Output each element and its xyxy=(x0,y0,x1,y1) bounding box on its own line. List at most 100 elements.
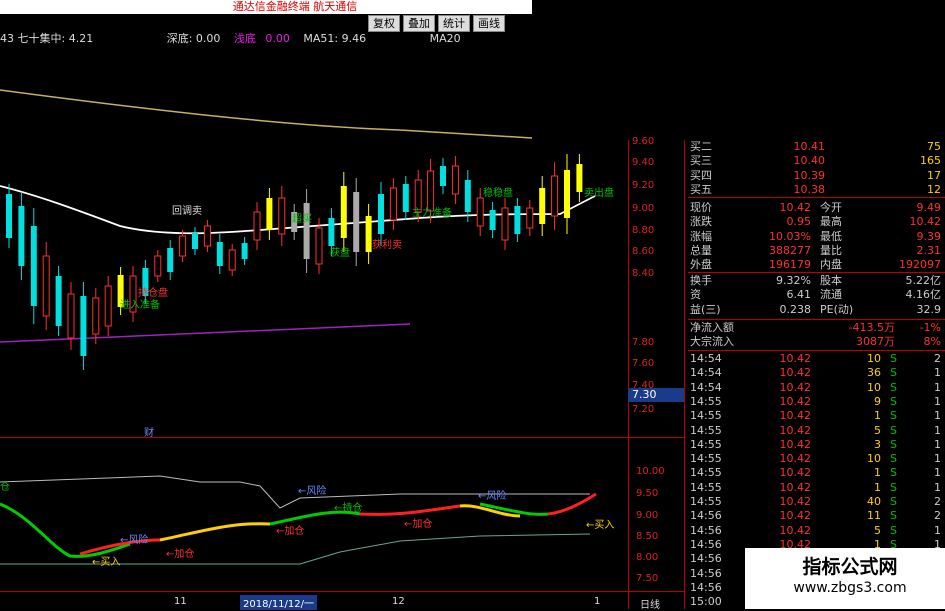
candle-body xyxy=(30,226,37,306)
candle-body xyxy=(340,186,347,238)
statistics-button[interactable]: 统计 xyxy=(438,15,470,32)
tick-volume: 10 xyxy=(867,380,881,394)
indicator-main-yellow xyxy=(159,522,271,542)
indicator-info-bar: 43 七十集中: 4.21 深底: 0.00 浅底 0.00 MA51: 9.4… xyxy=(0,32,532,46)
stat-value: 0.95 xyxy=(786,215,812,229)
stat-value: 5.22亿 xyxy=(905,274,942,287)
current-price-tag: 7.30 xyxy=(628,388,684,402)
stat-label: 现价 xyxy=(690,201,712,214)
tick-price: 10.42 xyxy=(779,523,812,537)
tick-side: S xyxy=(890,437,897,451)
ask-price: 10.39 xyxy=(793,168,826,182)
stat-label: 涨幅 xyxy=(690,229,712,243)
stat-row: 益(三) 0.238 PE(动) 32.9 xyxy=(690,303,945,317)
tick-volume: 5 xyxy=(874,523,881,537)
indicator-add-label: ←加仓 xyxy=(276,526,305,537)
ask-row: 买二 10.41 75 xyxy=(690,140,945,154)
stat-value: 388277 xyxy=(769,243,811,257)
tick-price: 10.42 xyxy=(779,466,812,480)
price-tick: 7.80 xyxy=(632,337,655,348)
candle-body xyxy=(216,242,223,266)
xaxis-label: 12 xyxy=(392,596,405,607)
tick-count: 1 xyxy=(934,466,941,480)
tick-time: 14:55 xyxy=(690,394,722,408)
tick-volume: 1 xyxy=(874,409,881,423)
tick-time: 14:56 xyxy=(690,509,722,523)
tick-volume: 10 xyxy=(867,452,881,466)
tick-side: S xyxy=(890,380,897,394)
candle-body xyxy=(489,210,496,230)
watermark-title: 指标公式网 xyxy=(802,556,898,578)
tick-volume: 40 xyxy=(867,495,881,508)
tick-side: S xyxy=(890,366,897,380)
candle-body xyxy=(253,211,261,241)
tick-volume: 5 xyxy=(874,423,881,437)
candle-body xyxy=(104,285,112,327)
stat-value: 196179 xyxy=(769,258,811,272)
stat-label: 股本 xyxy=(820,274,842,287)
stat-value: 32.9 xyxy=(916,302,942,316)
kline-chart[interactable] xyxy=(0,46,628,594)
indicator-main-red3 xyxy=(547,492,597,516)
candle-body xyxy=(476,197,484,227)
flow-row: 净流入额 -413.5万 -1% xyxy=(690,321,945,335)
restore-rights-button[interactable]: 复权 xyxy=(368,15,400,32)
info-ma20: MA20 xyxy=(429,32,461,45)
stat-label: 外盘 xyxy=(690,258,712,272)
stat-label: 总量 xyxy=(690,243,712,257)
candle-body xyxy=(80,296,87,356)
tick-time: 14:56 xyxy=(690,566,722,580)
candle-body xyxy=(365,216,372,252)
candle-body xyxy=(6,194,12,238)
flow-label: 净流入额 xyxy=(690,321,734,334)
tick-side: S xyxy=(890,394,897,408)
stat-value: 192097 xyxy=(899,258,941,272)
tick-time: 14:56 xyxy=(690,580,722,594)
tick-row: 14:55 10.42 9 S 1 xyxy=(690,395,945,409)
chart-toolbar: 复权 叠加 统计 画线 xyxy=(368,15,508,32)
candle-body xyxy=(67,293,75,339)
candle-body xyxy=(564,170,570,218)
tick-time: 14:55 xyxy=(690,409,722,423)
candle-body xyxy=(451,165,459,195)
price-tick: 8.80 xyxy=(632,225,655,236)
tick-row: 14:54 10.42 36 S 1 xyxy=(690,366,945,380)
tick-row: 14:56 10.42 5 S 1 xyxy=(690,524,945,538)
tick-side: S xyxy=(890,523,897,537)
tick-side: S xyxy=(890,452,897,466)
tick-time: 14:54 xyxy=(690,366,722,380)
overlay-button[interactable]: 叠加 xyxy=(403,15,435,32)
tick-side: S xyxy=(890,352,897,365)
stat-value: 9.49 xyxy=(916,201,942,214)
flow-value: -413.5万 xyxy=(848,321,895,334)
tick-row: 14:55 10.42 40 S 2 xyxy=(690,495,945,509)
price-tick: 7.20 xyxy=(632,404,655,415)
price-tick: 8.40 xyxy=(632,268,655,279)
tick-count: 2 xyxy=(934,352,941,365)
tick-side: S xyxy=(890,423,897,437)
ask-volume: 165 xyxy=(920,154,941,168)
info-seventy-concentration: 43 七十集中: 4.21 xyxy=(0,32,94,45)
price-tick: 9.00 xyxy=(632,203,655,214)
tick-time: 15:00 xyxy=(690,595,722,609)
tick-row: 14:54 10.42 10 S 1 xyxy=(690,381,945,395)
info-ma51: MA51: 9.46 xyxy=(303,32,367,45)
tick-side: S xyxy=(890,495,897,508)
ask-price: 10.41 xyxy=(793,140,826,153)
stat-label: 今开 xyxy=(820,201,842,214)
indicator-tick: 7.50 xyxy=(636,573,659,584)
annotation-main-ready: 主力准备 xyxy=(412,208,452,219)
tick-count: 1 xyxy=(934,437,941,451)
tick-time: 14:55 xyxy=(690,466,722,480)
xaxis-divider xyxy=(0,591,684,592)
draw-line-button[interactable]: 画线 xyxy=(473,15,505,32)
info-shallow-bottom-value: 0.00 xyxy=(265,32,290,45)
candle-body xyxy=(154,255,162,277)
candle-body xyxy=(440,166,446,186)
tick-time: 14:54 xyxy=(690,380,722,394)
indicator-tick: 8.00 xyxy=(636,552,659,563)
candle-body xyxy=(402,184,409,212)
tick-time: 14:55 xyxy=(690,480,722,494)
ask-row: 买五 10.38 12 xyxy=(690,183,945,197)
indicator-risk-label: ←风险 xyxy=(478,491,507,502)
